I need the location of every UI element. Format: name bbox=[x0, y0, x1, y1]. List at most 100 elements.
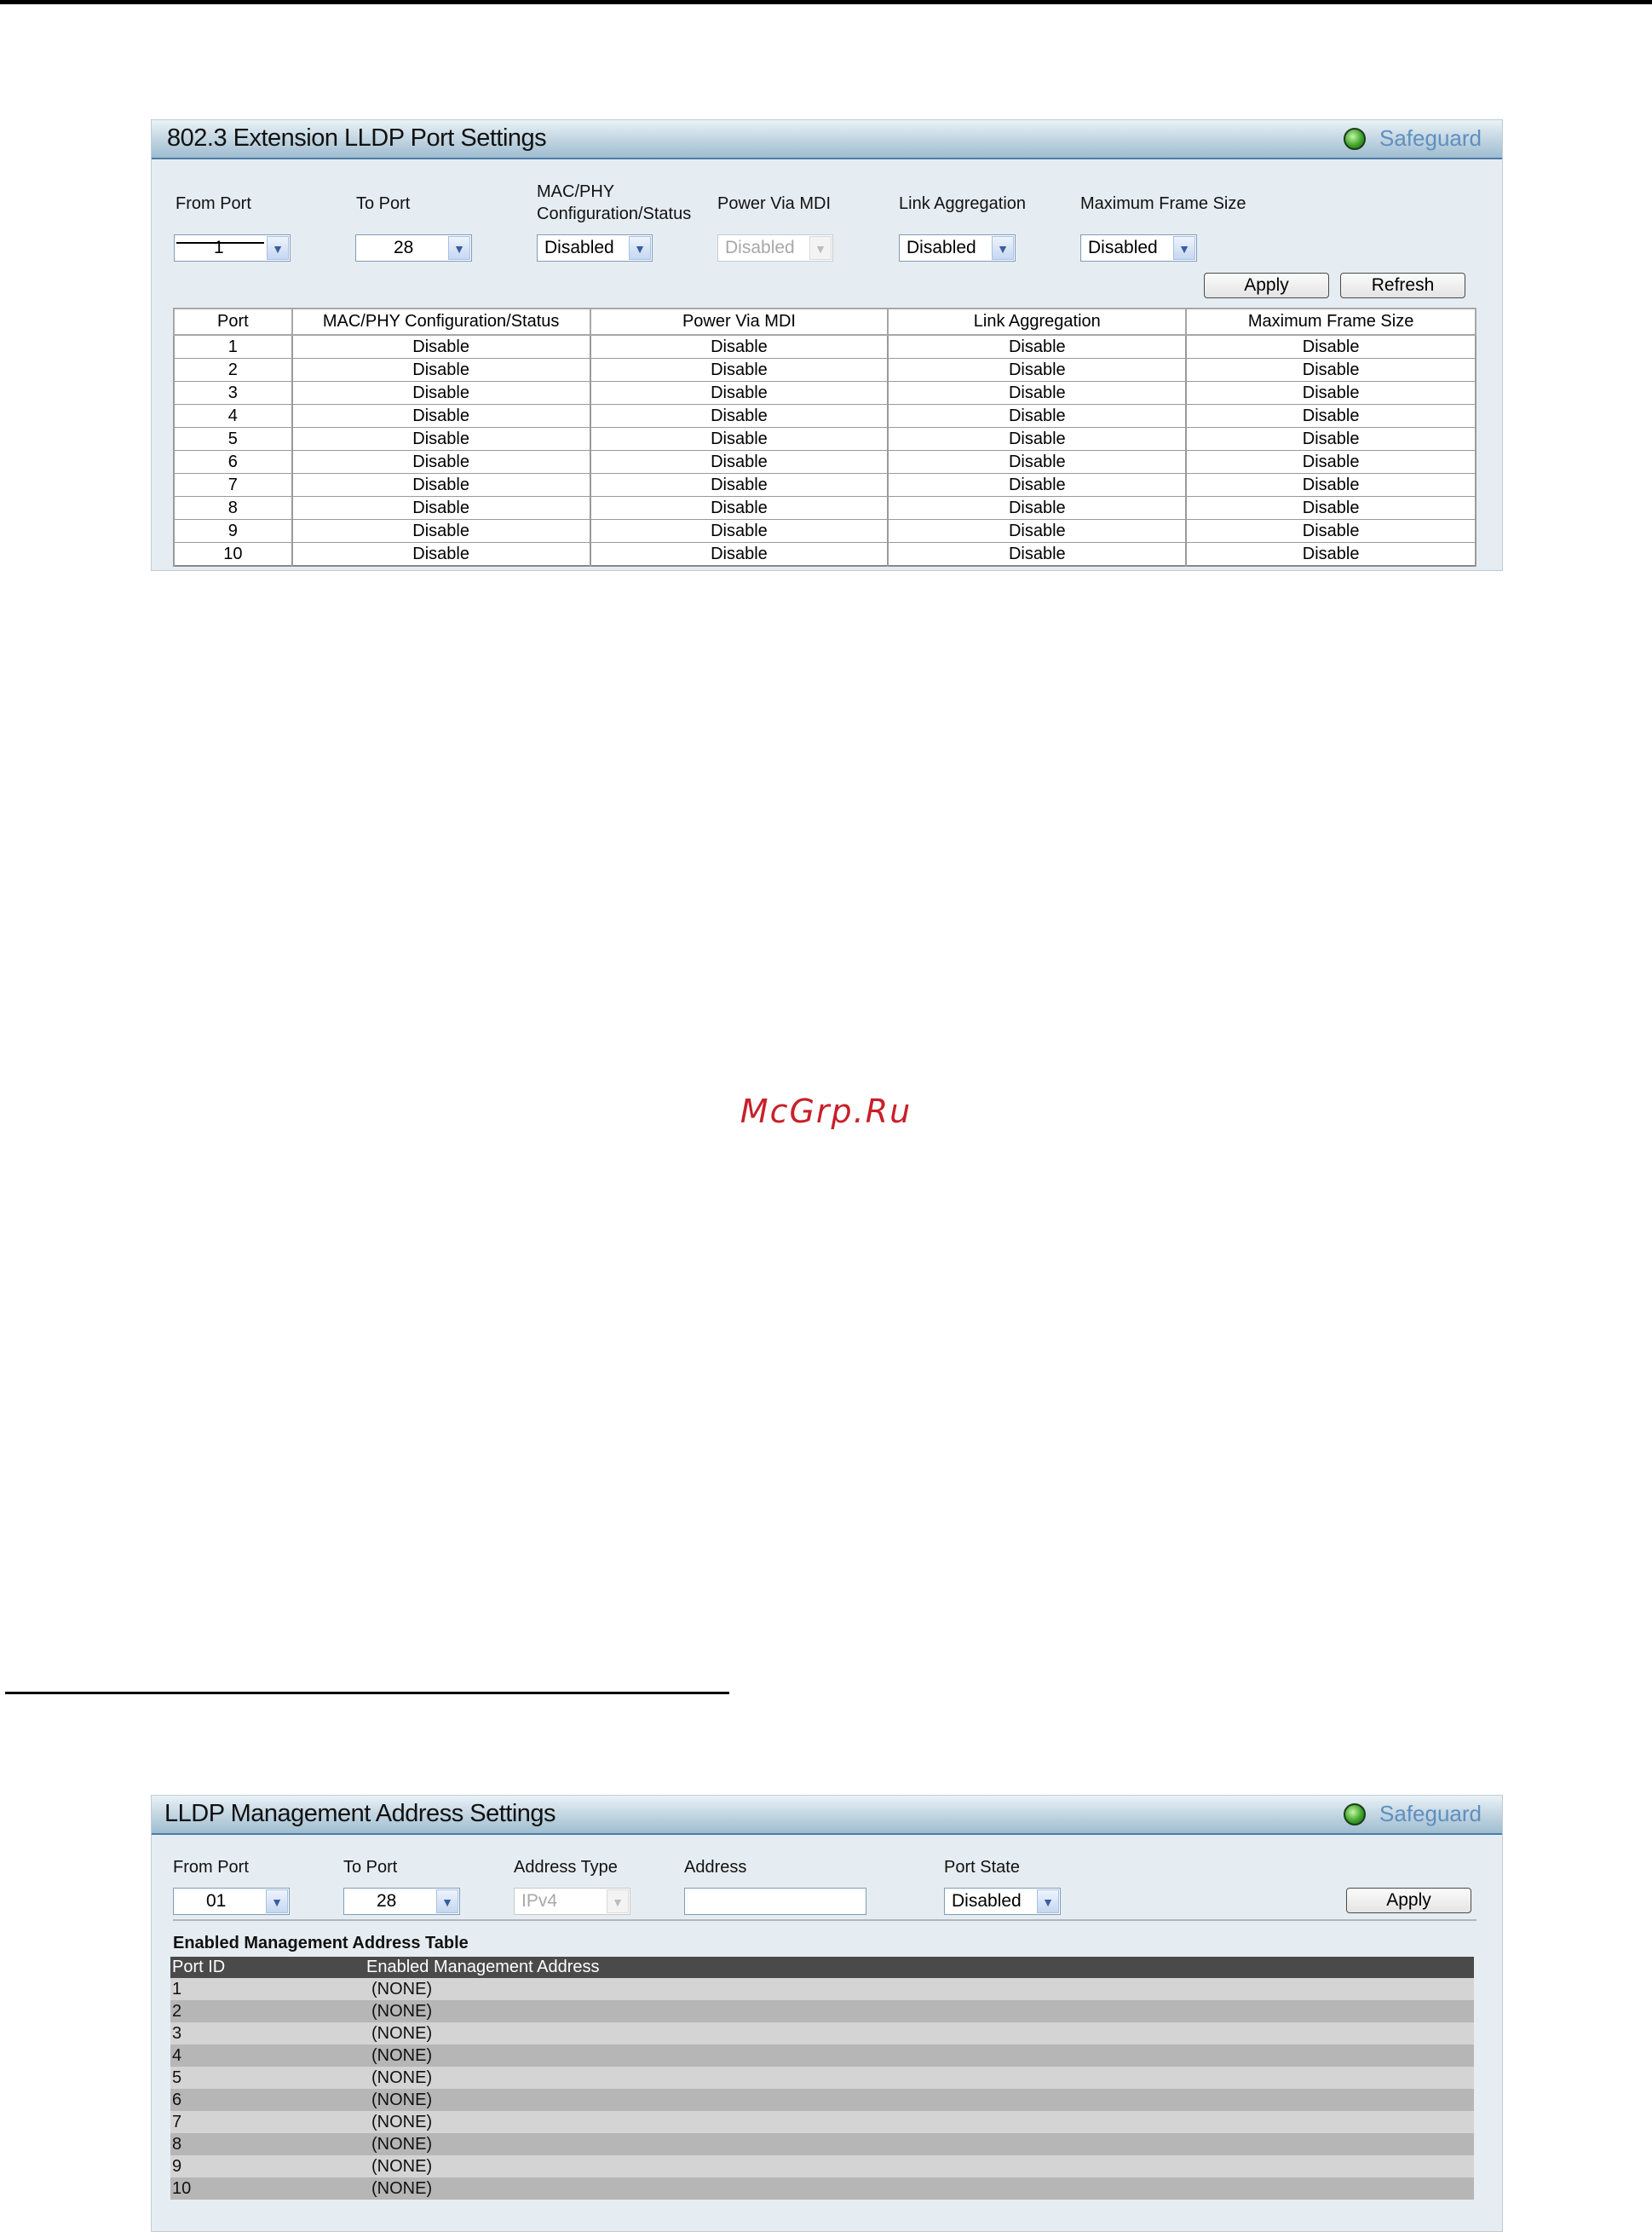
cell-power-via-mdi: Disable bbox=[589, 542, 889, 567]
col-header-port: Port bbox=[173, 308, 293, 336]
col-header-management-address: Enabled Management Address bbox=[365, 1957, 1474, 1978]
mac-phy-value: Disabled bbox=[544, 238, 614, 257]
port-settings-table: Port MAC/PHY Configuration/Status Power … bbox=[173, 308, 1476, 567]
to-port-label: To Port bbox=[356, 194, 411, 213]
table-row: 6 Disable Disable Disable Disable bbox=[173, 450, 1476, 474]
chevron-down-icon[interactable]: ▼ bbox=[1173, 236, 1195, 260]
cell-port-id: 10 bbox=[170, 2177, 365, 2200]
col-header-mac-phy: MAC/PHY Configuration/Status bbox=[291, 308, 591, 336]
to-port-select[interactable]: 28 ▼ bbox=[343, 1888, 460, 1915]
table-row: 10 Disable Disable Disable Disable bbox=[173, 542, 1476, 567]
management-address-table: Port ID Enabled Management Address 1 (NON… bbox=[170, 1957, 1474, 2200]
cell-power-via-mdi: Disable bbox=[589, 358, 889, 382]
cell-port: 2 bbox=[173, 358, 293, 382]
table-row: 9 Disable Disable Disable Disable bbox=[173, 519, 1476, 543]
cell-address: (NONE) bbox=[365, 2155, 1474, 2177]
table-header-row: Port ID Enabled Management Address bbox=[170, 1957, 1474, 1978]
cell-port: 3 bbox=[173, 381, 293, 405]
cell-address: (NONE) bbox=[365, 2133, 1474, 2155]
apply-button[interactable]: Apply bbox=[1346, 1888, 1471, 1913]
table-row: 6 (NONE) bbox=[170, 2089, 1474, 2111]
table-row: 10 (NONE) bbox=[170, 2177, 1474, 2200]
cell-port-id: 4 bbox=[170, 2045, 365, 2067]
watermark: McGrp.Ru bbox=[740, 1093, 912, 1130]
from-port-value: 1 bbox=[214, 238, 224, 257]
power-via-mdi-label: Power Via MDI bbox=[717, 194, 832, 213]
from-port-select[interactable]: 01 ▼ bbox=[173, 1888, 290, 1915]
panel-header: 802.3 Extension LLDP Port Settings Safeg… bbox=[152, 120, 1502, 159]
to-port-select[interactable]: 28 ▼ bbox=[355, 234, 472, 262]
cell-max-frame-size: Disable bbox=[1185, 335, 1476, 359]
cell-port: 6 bbox=[173, 450, 293, 474]
cell-port: 1 bbox=[173, 335, 293, 359]
cell-mac-phy: Disable bbox=[291, 427, 591, 451]
refresh-button[interactable]: Refresh bbox=[1340, 273, 1465, 298]
col-header-power-via-mdi: Power Via MDI bbox=[589, 308, 889, 336]
page-title: 802.3 Extension LLDP Port Settings bbox=[167, 124, 547, 152]
from-port-value: 01 bbox=[206, 1891, 227, 1911]
chevron-down-icon[interactable]: ▼ bbox=[992, 236, 1014, 260]
table-row: 4 (NONE) bbox=[170, 2045, 1474, 2067]
from-port-label: From Port bbox=[176, 194, 251, 213]
cell-power-via-mdi: Disable bbox=[589, 427, 889, 451]
address-type-value: IPv4 bbox=[521, 1891, 558, 1911]
port-state-select[interactable]: Disabled ▼ bbox=[944, 1888, 1061, 1915]
link-aggregation-label: Link Aggregation bbox=[899, 194, 1027, 213]
address-input[interactable] bbox=[684, 1888, 866, 1915]
safeguard-led-icon bbox=[1344, 127, 1367, 150]
address-table-title: Enabled Management Address Table bbox=[173, 1934, 469, 1952]
table-row: 7 Disable Disable Disable Disable bbox=[173, 473, 1476, 497]
cell-link-aggregation: Disable bbox=[887, 381, 1188, 405]
safeguard-indicator: Safeguard bbox=[1344, 1801, 1482, 1827]
cell-address: (NONE) bbox=[365, 2177, 1474, 2200]
cell-link-aggregation: Disable bbox=[887, 450, 1188, 474]
from-port-select[interactable]: 1 ▼ bbox=[174, 234, 291, 262]
cell-mac-phy: Disable bbox=[291, 381, 591, 405]
col-header-port-id: Port ID bbox=[170, 1957, 365, 1978]
cell-address: (NONE) bbox=[365, 1978, 1474, 2000]
table-row: 2 Disable Disable Disable Disable bbox=[173, 358, 1476, 382]
cell-port-id: 5 bbox=[170, 2067, 365, 2089]
cell-port-id: 1 bbox=[170, 1978, 365, 2000]
port-state-value: Disabled bbox=[952, 1891, 1022, 1911]
cell-max-frame-size: Disable bbox=[1185, 496, 1476, 520]
max-frame-size-select[interactable]: Disabled ▼ bbox=[1080, 234, 1197, 262]
to-port-value: 28 bbox=[377, 1891, 397, 1911]
table-header-row: Port MAC/PHY Configuration/Status Power … bbox=[173, 308, 1476, 336]
table-row: 1 (NONE) bbox=[170, 1978, 1474, 2000]
link-aggregation-select[interactable]: Disabled ▼ bbox=[899, 234, 1016, 262]
cell-power-via-mdi: Disable bbox=[589, 404, 889, 428]
cell-address: (NONE) bbox=[365, 2111, 1474, 2133]
chevron-down-icon[interactable]: ▼ bbox=[1037, 1889, 1059, 1913]
chevron-down-icon[interactable]: ▼ bbox=[267, 236, 289, 260]
power-via-mdi-select: Disabled ▼ bbox=[717, 234, 833, 262]
from-port-label: From Port bbox=[173, 1858, 249, 1877]
to-port-label: To Port bbox=[343, 1858, 398, 1877]
mac-phy-select[interactable]: Disabled ▼ bbox=[537, 234, 653, 262]
cell-port-id: 3 bbox=[170, 2022, 365, 2045]
cell-max-frame-size: Disable bbox=[1185, 358, 1476, 382]
cell-link-aggregation: Disable bbox=[887, 358, 1188, 382]
cell-link-aggregation: Disable bbox=[887, 473, 1188, 497]
table-row: 8 Disable Disable Disable Disable bbox=[173, 496, 1476, 520]
cell-mac-phy: Disable bbox=[291, 450, 591, 474]
cell-power-via-mdi: Disable bbox=[589, 381, 889, 405]
panel-header: LLDP Management Address Settings Safegua… bbox=[152, 1796, 1502, 1835]
chevron-down-icon[interactable]: ▼ bbox=[436, 1889, 458, 1913]
cell-power-via-mdi: Disable bbox=[589, 473, 889, 497]
cell-mac-phy: Disable bbox=[291, 519, 591, 543]
apply-button[interactable]: Apply bbox=[1204, 273, 1329, 298]
chevron-down-icon[interactable]: ▼ bbox=[629, 236, 651, 260]
table-row: 7 (NONE) bbox=[170, 2111, 1474, 2133]
cell-max-frame-size: Disable bbox=[1185, 427, 1476, 451]
power-via-mdi-value: Disabled bbox=[725, 238, 795, 257]
cell-max-frame-size: Disable bbox=[1185, 450, 1476, 474]
safeguard-indicator: Safeguard bbox=[1344, 125, 1482, 152]
cell-mac-phy: Disable bbox=[291, 473, 591, 497]
chevron-down-icon[interactable]: ▼ bbox=[448, 236, 470, 260]
top-rule bbox=[0, 0, 1652, 4]
chevron-down-icon[interactable]: ▼ bbox=[266, 1889, 288, 1913]
port-state-label: Port State bbox=[944, 1858, 1020, 1877]
cell-power-via-mdi: Disable bbox=[589, 519, 889, 543]
cell-address: (NONE) bbox=[365, 2089, 1474, 2111]
